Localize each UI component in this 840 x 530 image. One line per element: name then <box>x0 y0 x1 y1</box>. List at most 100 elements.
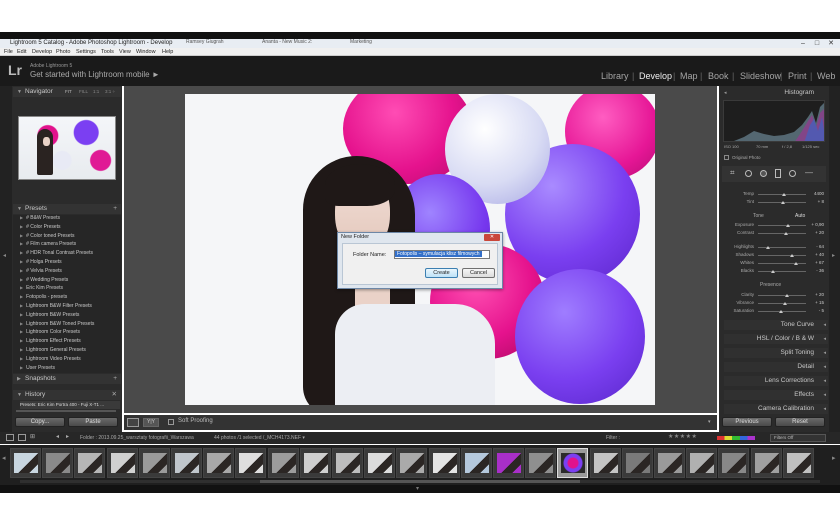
filmstrip-thumbnail[interactable] <box>782 448 814 478</box>
nav-zoom-1to1[interactable]: 1:1 <box>93 87 99 97</box>
slider-knob[interactable] <box>784 294 789 297</box>
preset-folder[interactable]: ▶ Lightroom B&W Toned Presets <box>20 320 94 329</box>
filmstrip-thumbnail[interactable] <box>718 448 750 478</box>
panel-section-header[interactable]: HSL / Color / B & W ◂ <box>724 334 828 344</box>
filmstrip-thumbnail[interactable] <box>42 448 74 478</box>
maximize-icon[interactable]: □ <box>812 39 822 48</box>
panel-section-header[interactable]: Camera Calibration ◂ <box>724 404 828 414</box>
slider-track[interactable] <box>758 263 806 264</box>
graduated-filter-icon[interactable] <box>775 169 781 178</box>
mobile-promo-link[interactable]: Get started with Lightroom mobile ► <box>30 70 160 79</box>
expand-arrow-icon[interactable]: ▶ <box>20 215 23 220</box>
toolbar-menu-icon[interactable]: ▾ <box>708 419 711 425</box>
expand-arrow-icon[interactable]: ▶ <box>20 356 23 361</box>
rating-filter-stars[interactable]: ★★★★★ <box>668 433 697 440</box>
slider-knob[interactable] <box>783 302 788 305</box>
right-edge-strip[interactable] <box>829 86 840 432</box>
slider-value[interactable]: + 15 <box>806 300 824 305</box>
filmstrip-thumbnail[interactable] <box>203 448 235 478</box>
snapshots-header[interactable]: ▶ Snapshots + <box>13 374 121 384</box>
panel-section-header[interactable]: Effects ◂ <box>724 390 828 400</box>
slider-value[interactable]: + 20 <box>806 292 824 297</box>
menu-window[interactable]: Window <box>136 48 156 56</box>
histogram-header[interactable]: ◂ Histogram <box>724 88 828 98</box>
filmstrip-view1-icon[interactable] <box>6 434 14 441</box>
red-eye-icon[interactable] <box>760 170 767 177</box>
preset-folder[interactable]: ▶ Fotopolis - presets <box>20 293 67 302</box>
preset-folder[interactable]: ▶ # Color toned Presets <box>20 232 74 241</box>
preset-folder[interactable]: ▶ Lightroom B&W Presets <box>20 311 79 320</box>
slider-value[interactable]: + 20 <box>806 230 824 235</box>
expand-arrow-icon[interactable]: ▶ <box>20 329 23 334</box>
expand-arrow-icon[interactable]: ▶ <box>20 321 23 326</box>
slider-value[interactable]: - 64 <box>806 244 824 249</box>
slider-value[interactable]: - 36 <box>806 268 824 273</box>
expand-section-icon[interactable]: ◂ <box>823 320 826 330</box>
copy-settings-button[interactable]: Copy... <box>15 417 65 427</box>
add-snapshot-icon[interactable]: + <box>113 374 117 384</box>
panel-section-header[interactable]: Lens Corrections ◂ <box>724 376 828 386</box>
loupe-view-icon[interactable] <box>127 418 139 427</box>
preset-folder[interactable]: ▶ # Velvia Presets <box>20 267 62 276</box>
panel-section-header[interactable]: Detail ◂ <box>724 362 828 372</box>
expand-arrow-icon[interactable]: ▶ <box>20 224 23 229</box>
collapse-filmstrip-icon[interactable]: ▾ <box>416 485 419 492</box>
slider-knob[interactable] <box>765 246 770 249</box>
filmstrip-thumbnail[interactable] <box>396 448 428 478</box>
browser-tab-3[interactable]: Marketing <box>350 39 400 47</box>
cancel-button[interactable]: Cancel <box>462 268 495 278</box>
preset-folder[interactable]: ▶ User Presets <box>20 364 55 373</box>
slider-value[interactable]: + 40 <box>806 252 824 257</box>
soft-proofing-checkbox[interactable] <box>168 419 174 425</box>
filmstrip-thumbnail[interactable] <box>364 448 396 478</box>
filmstrip-thumbnail[interactable] <box>138 448 170 478</box>
nav-forward-icon[interactable]: ▸ <box>66 433 69 440</box>
menu-settings[interactable]: Settings <box>76 48 96 56</box>
history-header[interactable]: ▼ History ✕ <box>13 390 121 400</box>
expand-arrow-icon[interactable]: ▶ <box>20 303 23 308</box>
filmstrip-scroll-thumb[interactable] <box>260 480 580 483</box>
module-library[interactable]: Library <box>601 71 629 81</box>
menu-edit[interactable]: Edit <box>17 48 26 56</box>
preset-folder[interactable]: ▶ Lightroom Effect Presets <box>20 337 81 346</box>
slider-value[interactable]: 4400 <box>806 191 824 196</box>
filmstrip-scroll-left-icon[interactable]: ◂ <box>2 454 6 462</box>
preset-folder[interactable]: ▶ # Film camera Presets <box>20 240 76 249</box>
auto-tone-button[interactable]: Auto <box>795 213 805 219</box>
slider-track[interactable] <box>758 271 806 272</box>
browser-tab-1[interactable]: Ramsey Giugrah <box>186 39 256 47</box>
preset-folder[interactable]: ▶ # B&W Presets <box>20 214 60 223</box>
module-book[interactable]: Book <box>708 71 729 81</box>
slider-value[interactable]: + 0,90 <box>806 222 824 227</box>
expand-arrow-icon[interactable]: ▶ <box>20 347 23 352</box>
navigator-header[interactable]: ▼ Navigator FIT FILL 1:1 3:1 ÷ <box>13 87 121 97</box>
expand-section-icon[interactable]: ◂ <box>823 334 826 344</box>
preset-folder[interactable]: ▶ Lightroom Video Presets <box>20 355 81 364</box>
crop-tool-icon[interactable]: ⌗ <box>730 168 735 178</box>
slider-knob[interactable] <box>782 193 787 196</box>
module-print[interactable]: Print <box>788 71 807 81</box>
expand-arrow-icon[interactable]: ▶ <box>20 312 23 317</box>
filmstrip-thumbnail[interactable] <box>428 448 460 478</box>
left-edge-strip[interactable] <box>0 86 12 432</box>
filmstrip-thumbnail[interactable] <box>235 448 267 478</box>
spot-removal-icon[interactable] <box>745 170 752 177</box>
filmstrip-thumbnail[interactable] <box>525 448 557 478</box>
minimize-icon[interactable]: – <box>798 39 808 48</box>
expand-arrow-icon[interactable]: ▶ <box>20 233 23 238</box>
menu-tools[interactable]: Tools <box>101 48 114 56</box>
panel-section-header[interactable]: Tone Curve ◂ <box>724 320 828 330</box>
history-scrollbar[interactable] <box>16 410 116 412</box>
menu-develop[interactable]: Develop <box>32 48 52 56</box>
close-window-icon[interactable]: ✕ <box>826 39 836 48</box>
nav-zoom-3to1[interactable]: 3:1 ÷ <box>105 87 115 97</box>
collapse-left-icon[interactable]: ◂ <box>3 252 6 259</box>
expand-section-icon[interactable]: ◂ <box>823 348 826 358</box>
slider-track[interactable] <box>758 303 806 304</box>
preset-folder[interactable]: ▶ Lightroom Color Presets <box>20 328 80 337</box>
browser-tab-2[interactable]: Ananta - New Music 2: <box>262 39 342 47</box>
filmstrip-thumbnail[interactable] <box>750 448 782 478</box>
menu-help[interactable]: Help <box>162 48 173 56</box>
slider-knob[interactable] <box>794 262 799 265</box>
slider-knob[interactable] <box>771 270 776 273</box>
